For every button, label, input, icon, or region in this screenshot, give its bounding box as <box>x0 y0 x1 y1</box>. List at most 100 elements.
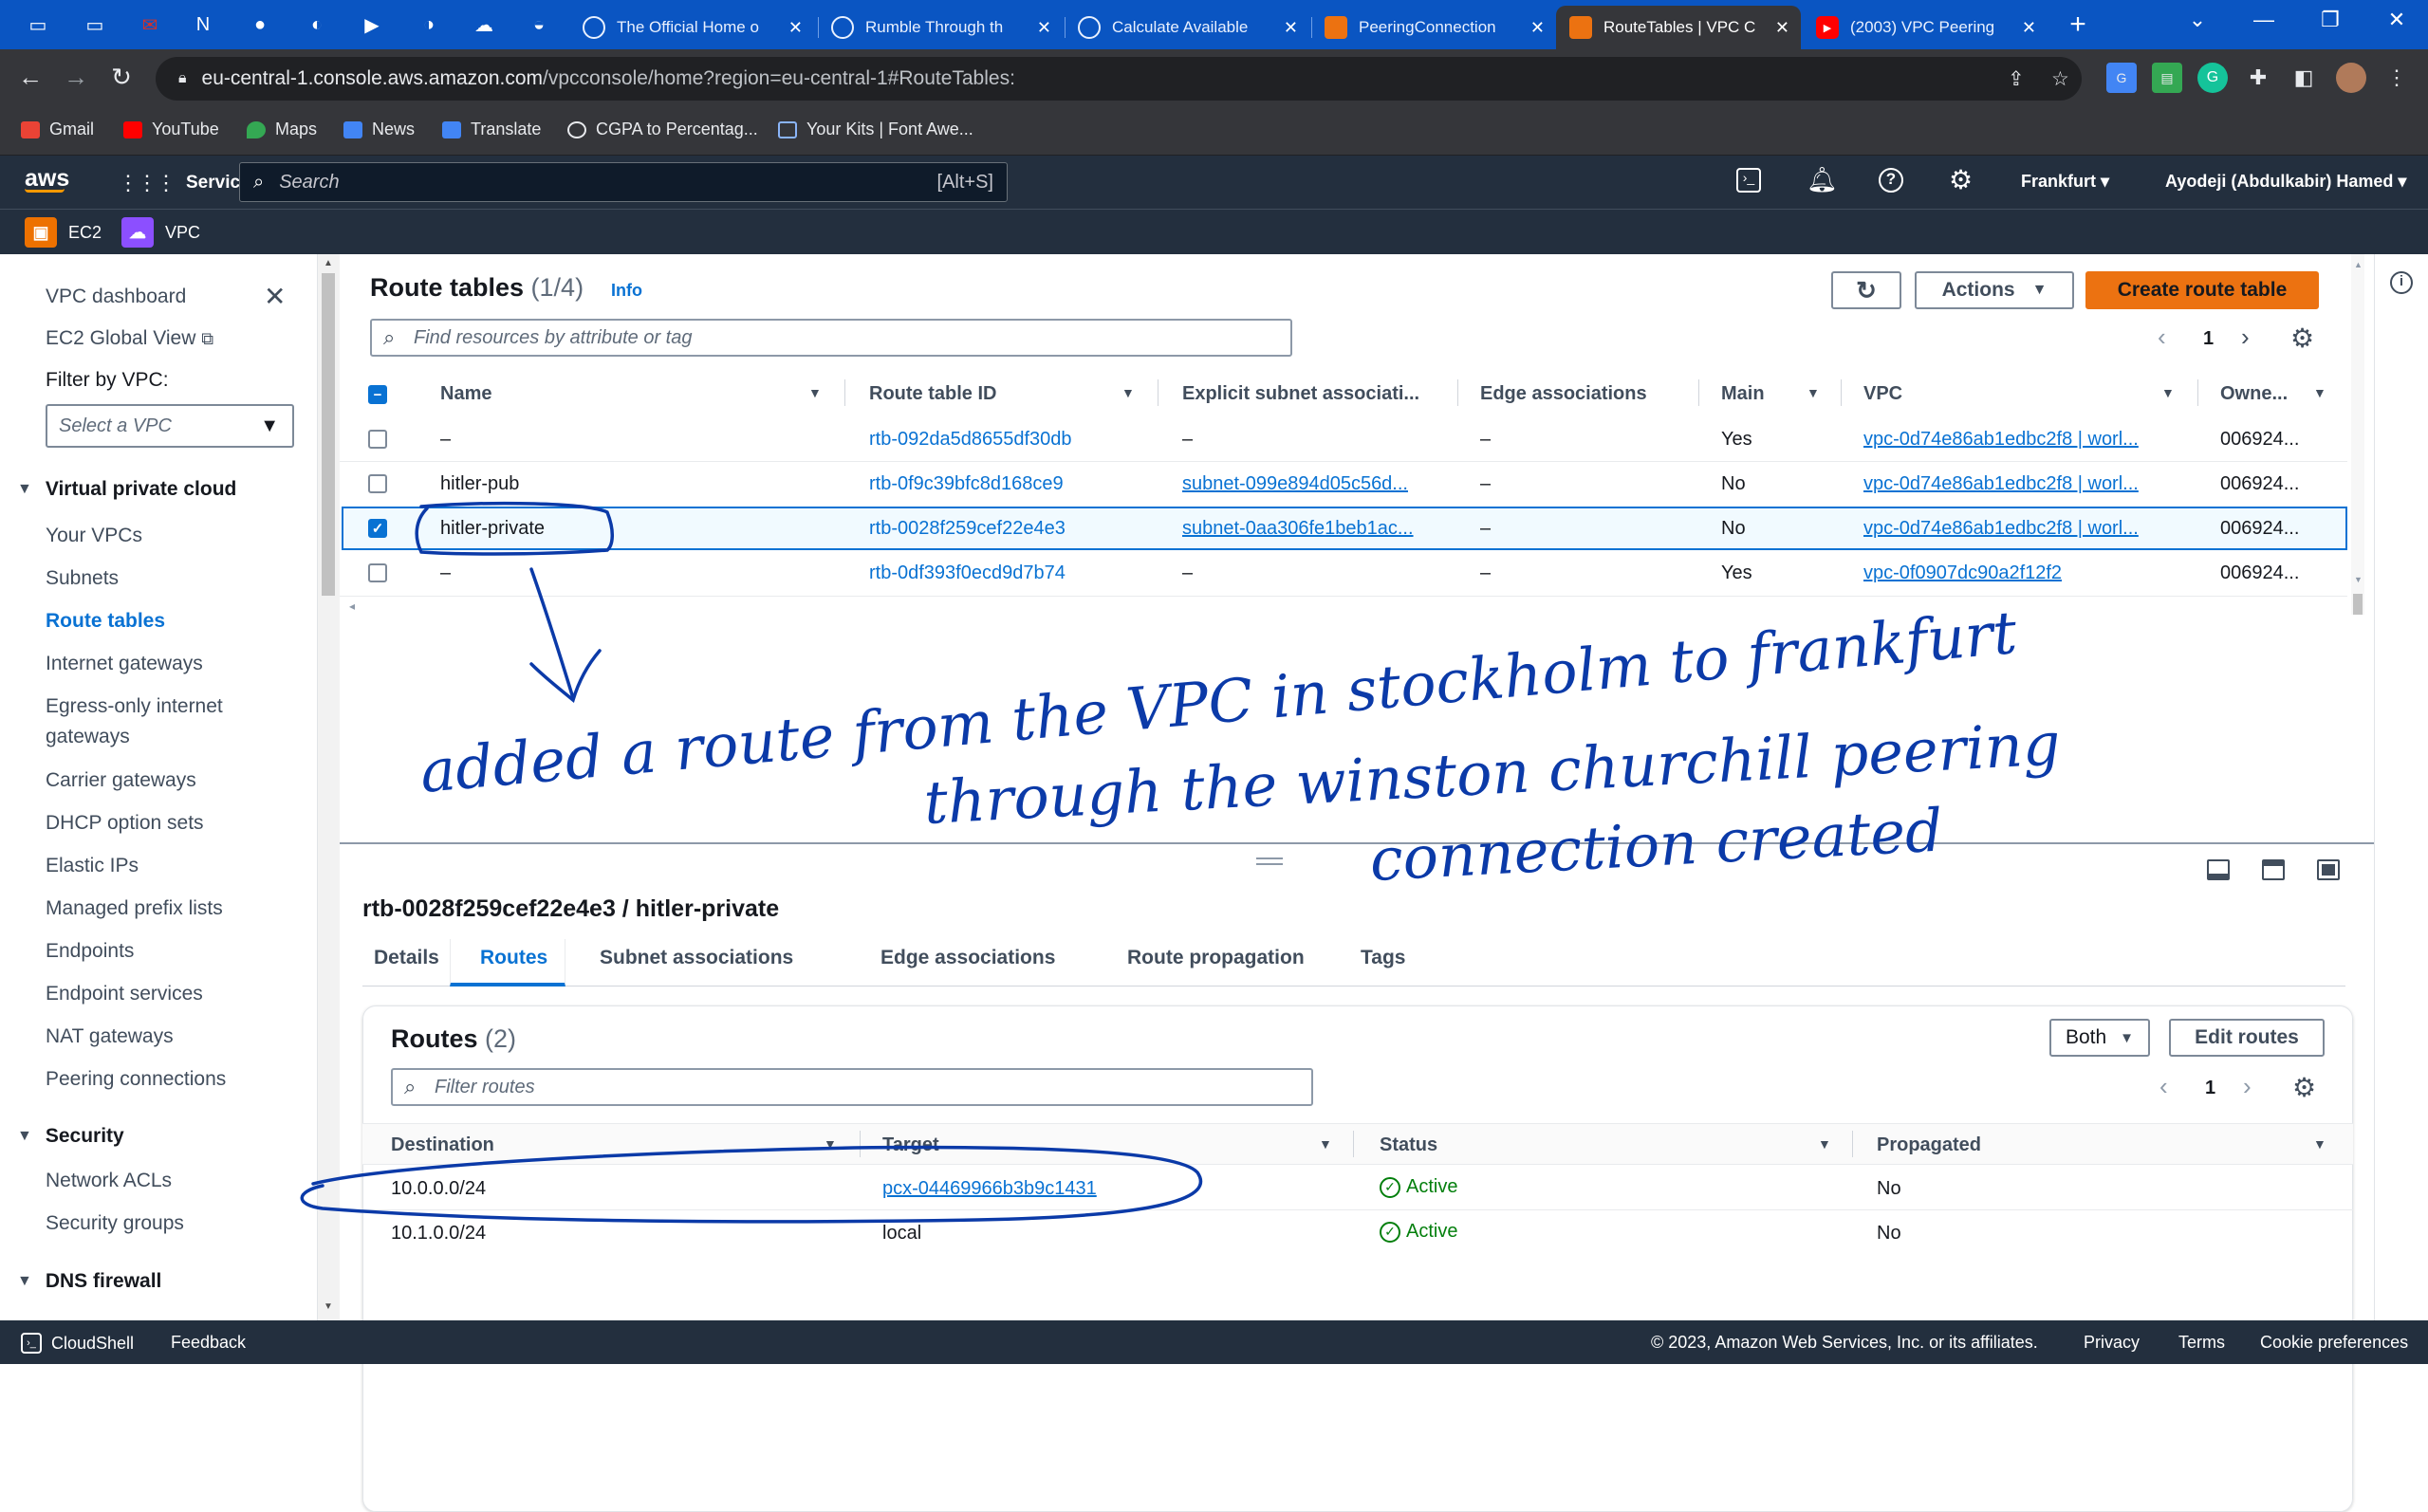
back-icon[interactable]: ← <box>13 63 47 92</box>
table-settings-gear-icon[interactable]: ⚙ <box>2292 1072 2316 1103</box>
pinned-tab-icon[interactable]: ◐ <box>300 9 334 40</box>
sidebar-item-vpc-dashboard[interactable]: VPC dashboard <box>46 283 186 311</box>
sort-icon[interactable]: ▼ <box>2313 385 2326 400</box>
pagination-next-icon[interactable]: › <box>2241 323 2250 352</box>
sort-icon[interactable]: ▼ <box>1121 385 1135 400</box>
filter-routes-input[interactable]: ⌕ Filter routes <box>391 1068 1313 1106</box>
sidebar-item-ec2-global-view[interactable]: EC2 Global View ⧉ <box>46 324 213 353</box>
pagination-next-icon[interactable]: › <box>2243 1072 2252 1101</box>
create-route-table-button[interactable]: Create route table <box>2085 271 2319 309</box>
sidebar-item-internet-gateways[interactable]: Internet gateways <box>46 650 203 678</box>
panel-full-icon[interactable] <box>2317 859 2340 880</box>
browser-tab[interactable]: ▶ (2003) VPC Peering ✕ <box>1803 6 2048 49</box>
select-all-checkbox[interactable]: − <box>368 385 387 404</box>
close-icon[interactable]: ✕ <box>1037 18 1051 38</box>
region-selector[interactable]: Frankfurt ▾ <box>2021 172 2109 192</box>
sidebar-item-route-tables[interactable]: Route tables <box>46 607 165 636</box>
bookmark-star-icon[interactable]: ☆ <box>2051 67 2069 91</box>
sort-icon[interactable]: ▼ <box>824 1136 837 1152</box>
favorite-ec2[interactable]: ▣ EC2 <box>25 217 102 248</box>
search-resources-input[interactable]: ⌕ Find resources by attribute or tag <box>370 319 1292 357</box>
route-target[interactable]: pcx-04469966b3b9c1431 <box>882 1178 1097 1200</box>
aws-logo[interactable]: aws <box>25 165 69 193</box>
row-subnet[interactable]: subnet-099e894d05c56d... <box>1182 473 1408 495</box>
sheets-extension-icon[interactable]: ▤ <box>2152 63 2182 93</box>
row-route-table-id[interactable]: rtb-0028f259cef22e4e3 <box>869 518 1066 540</box>
scroll-up-icon[interactable]: ▲ <box>324 258 333 268</box>
close-icon[interactable]: ✕ <box>1775 18 1789 38</box>
privacy-link[interactable]: Privacy <box>2084 1333 2140 1353</box>
url-field[interactable]: 🔒︎ eu-central-1.console.aws.amazon.com /… <box>156 57 2082 101</box>
share-icon[interactable]: ⇪ <box>2008 67 2025 91</box>
column-header-edge-associations[interactable]: Edge associations <box>1480 383 1647 405</box>
bookmark-translate[interactable]: Translate <box>442 120 541 139</box>
sidebar-item-network-acls[interactable]: Network ACLs <box>46 1167 172 1195</box>
browser-tab[interactable]: Rumble Through th ✕ <box>818 6 1063 49</box>
row-checkbox[interactable] <box>368 474 387 493</box>
table-row[interactable]: – rtb-0df393f0ecd9d7b74 – – Yes vpc-0f09… <box>342 551 2347 595</box>
actions-button[interactable]: Actions ▼ <box>1915 271 2074 309</box>
row-route-table-id[interactable]: rtb-0f9c39bfc8d168ce9 <box>869 473 1064 495</box>
tab-details[interactable]: Details <box>374 947 439 969</box>
pinned-tab-icon[interactable]: ▶ <box>355 9 389 40</box>
help-icon[interactable]: ? <box>1879 168 1903 193</box>
favorite-vpc[interactable]: ☁ VPC <box>121 217 200 248</box>
table-vertical-scrollbar[interactable]: ▲ ▼ <box>2351 254 2364 615</box>
pinned-tab-icon[interactable]: ◑ <box>412 9 446 40</box>
pinned-tab-gmail-icon[interactable]: ✉ <box>133 9 167 40</box>
panel-side-icon[interactable] <box>2262 859 2285 880</box>
sidebar-item-managed-prefix-lists[interactable]: Managed prefix lists <box>46 894 223 923</box>
row-vpc[interactable]: vpc-0f0907dc90a2f12f2 <box>1863 562 2062 584</box>
column-header-propagated[interactable]: Propagated <box>1877 1134 1981 1156</box>
column-header-vpc[interactable]: VPC <box>1863 383 1902 405</box>
column-header-name[interactable]: Name <box>440 383 491 405</box>
column-header-destination[interactable]: Destination <box>391 1134 494 1156</box>
new-tab-icon[interactable]: + <box>2061 9 2095 40</box>
sidebar-item-peering-connections[interactable]: Peering connections <box>46 1065 226 1094</box>
table-settings-gear-icon[interactable]: ⚙ <box>2290 323 2314 354</box>
pagination-current-page[interactable]: 1 <box>2205 1078 2215 1099</box>
table-scroll-left-icon[interactable]: ◂ <box>349 599 355 613</box>
sidebar-scrollbar[interactable]: ▲ ▼ <box>317 254 340 1320</box>
tab-edge-associations[interactable]: Edge associations <box>880 947 1055 969</box>
sidebar-item-your-vpcs[interactable]: Your VPCs <box>46 522 142 550</box>
pinned-tab-icon[interactable]: ◒ <box>522 9 556 40</box>
browser-tab-active[interactable]: RouteTables | VPC C ✕ <box>1556 6 1801 49</box>
tab-tags[interactable]: Tags <box>1361 947 1405 969</box>
sidebar-item-endpoint-services[interactable]: Endpoint services <box>46 980 203 1008</box>
sidebar-item-dhcp-option-sets[interactable]: DHCP option sets <box>46 809 204 838</box>
sort-icon[interactable]: ▼ <box>1807 385 1820 400</box>
terms-link[interactable]: Terms <box>2178 1333 2225 1353</box>
bookmark-gmail[interactable]: Gmail <box>21 120 94 139</box>
panel-bottom-icon[interactable] <box>2207 859 2230 880</box>
pagination-prev-icon[interactable]: ‹ <box>2158 323 2166 352</box>
sidebar-item-subnets[interactable]: Subnets <box>46 564 119 593</box>
browser-tab[interactable]: The Official Home o ✕ <box>569 6 814 49</box>
row-subnet[interactable]: subnet-0aa306fe1beb1ac... <box>1182 518 1414 540</box>
side-panel-icon[interactable]: ◧ <box>2289 63 2319 93</box>
forward-icon[interactable]: → <box>59 63 93 92</box>
info-panel-icon[interactable]: i <box>2390 271 2413 294</box>
bookmark-youtube[interactable]: YouTube <box>123 120 219 139</box>
cloudshell-icon[interactable]: ›_ <box>1736 168 1761 193</box>
tab-routes-label[interactable]: Routes <box>480 947 547 969</box>
aws-search-input[interactable]: ⌕ Search [Alt+S] <box>239 162 1008 202</box>
notifications-bell-icon[interactable]: 🔔︎ <box>1807 165 1838 194</box>
column-header-owner[interactable]: Owne... <box>2220 383 2288 405</box>
drag-handle-icon[interactable] <box>1256 857 1283 865</box>
settings-gear-icon[interactable]: ⚙ <box>1949 164 1973 195</box>
tab-subnet-associations[interactable]: Subnet associations <box>600 947 793 969</box>
browser-tab[interactable]: Calculate Available ✕ <box>1065 6 1309 49</box>
column-header-route-table-id[interactable]: Route table ID <box>869 383 996 405</box>
info-link[interactable]: Info <box>611 281 642 301</box>
window-close-icon[interactable]: ✕ <box>2368 8 2425 32</box>
close-sidebar-icon[interactable]: ✕ <box>264 281 286 312</box>
bookmark-cgpa[interactable]: CGPA to Percentag... <box>567 120 758 139</box>
section-security[interactable]: ▼ Security <box>17 1125 124 1148</box>
close-icon[interactable]: ✕ <box>1284 18 1298 38</box>
sidebar-item-security-groups[interactable]: Security groups <box>46 1209 184 1238</box>
pinned-tab-icon[interactable]: ▭ <box>21 9 55 40</box>
scroll-down-icon[interactable]: ▼ <box>324 1301 333 1312</box>
sort-icon[interactable]: ▼ <box>1818 1136 1831 1152</box>
close-icon[interactable]: ✕ <box>788 18 803 38</box>
